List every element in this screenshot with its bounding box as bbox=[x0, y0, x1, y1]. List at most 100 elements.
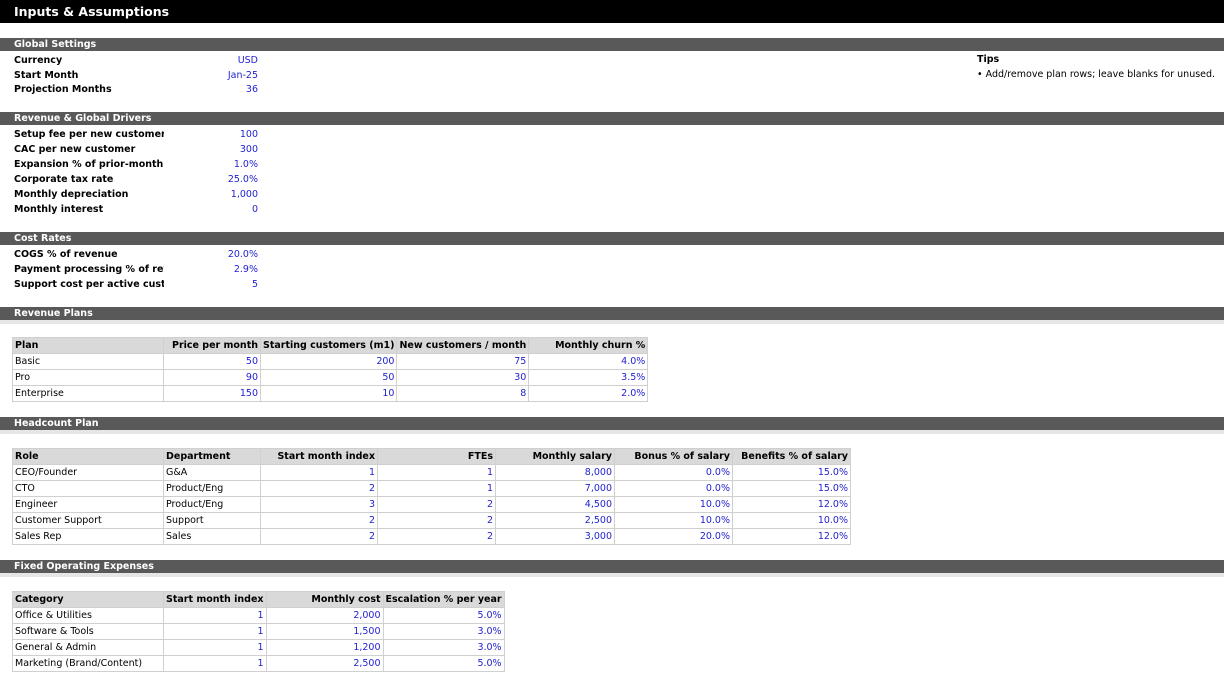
cell[interactable]: 1 bbox=[163, 623, 267, 640]
column-header[interactable]: Bonus % of salary bbox=[614, 448, 733, 465]
value-cogs[interactable]: 20.0% bbox=[160, 249, 258, 260]
cell[interactable]: Office & Utilities bbox=[12, 607, 164, 624]
column-header[interactable]: Escalation % per year bbox=[382, 591, 505, 608]
cell[interactable]: 10.0% bbox=[614, 512, 733, 529]
table-row: Enterprise 150 10 8 2.0% bbox=[12, 385, 649, 402]
cell[interactable]: 5.0% bbox=[382, 655, 505, 672]
cell[interactable]: 2 bbox=[377, 496, 496, 513]
value-projection-months[interactable]: 36 bbox=[160, 84, 258, 95]
column-header[interactable]: Price per month bbox=[163, 337, 261, 354]
value-tax-rate[interactable]: 25.0% bbox=[160, 174, 258, 185]
value-start-month[interactable]: Jan-25 bbox=[160, 70, 258, 81]
cell[interactable]: 200 bbox=[259, 353, 398, 370]
cell[interactable]: 0.0% bbox=[614, 464, 733, 481]
cell[interactable]: 2 bbox=[260, 512, 378, 529]
cell[interactable]: Marketing (Brand/Content) bbox=[12, 655, 164, 672]
column-header[interactable]: Category bbox=[12, 591, 164, 608]
cell[interactable]: General & Admin bbox=[12, 639, 164, 656]
cell[interactable]: Customer Support bbox=[12, 512, 164, 529]
cell[interactable]: 12.0% bbox=[732, 528, 851, 545]
column-header[interactable]: FTEs bbox=[377, 448, 496, 465]
cell[interactable]: 50 bbox=[163, 353, 261, 370]
cell[interactable]: 3.5% bbox=[528, 369, 649, 386]
cell[interactable]: 4.0% bbox=[528, 353, 649, 370]
cell[interactable]: 2 bbox=[377, 528, 496, 545]
cell[interactable]: 30 bbox=[396, 369, 530, 386]
table-row: Basic 50 200 75 4.0% bbox=[12, 353, 649, 370]
cell[interactable]: 1 bbox=[163, 607, 267, 624]
cell[interactable]: 3.0% bbox=[382, 639, 505, 656]
value-support-cost[interactable]: 5 bbox=[160, 279, 258, 290]
column-header[interactable]: Starting customers (m1) bbox=[259, 337, 398, 354]
cell[interactable]: Engineer bbox=[12, 496, 164, 513]
label-depreciation: Monthly depreciation bbox=[14, 189, 129, 200]
cell[interactable]: 2 bbox=[260, 480, 378, 497]
column-header[interactable]: Monthly churn % bbox=[528, 337, 649, 354]
column-header[interactable]: Monthly cost bbox=[265, 591, 384, 608]
cell[interactable]: 3 bbox=[260, 496, 378, 513]
cell[interactable]: 10.0% bbox=[614, 496, 733, 513]
cell[interactable]: 1 bbox=[163, 655, 267, 672]
label-start-month: Start Month bbox=[14, 70, 79, 81]
cell[interactable]: 2,000 bbox=[265, 607, 384, 624]
cell[interactable]: Basic bbox=[12, 353, 164, 370]
cell[interactable]: 15.0% bbox=[732, 480, 851, 497]
column-header[interactable]: Start month index bbox=[163, 591, 267, 608]
cell[interactable]: Product/Eng bbox=[163, 480, 261, 497]
cell[interactable]: 2 bbox=[377, 512, 496, 529]
cell[interactable]: 4,500 bbox=[495, 496, 615, 513]
cell[interactable]: Software & Tools bbox=[12, 623, 164, 640]
column-header[interactable]: Start month index bbox=[260, 448, 378, 465]
value-setup-fee[interactable]: 100 bbox=[160, 129, 258, 140]
cell[interactable]: 12.0% bbox=[732, 496, 851, 513]
cell[interactable]: 2 bbox=[260, 528, 378, 545]
cell[interactable]: 20.0% bbox=[614, 528, 733, 545]
column-header[interactable]: Plan bbox=[12, 337, 164, 354]
section-title: Global Settings bbox=[14, 39, 97, 50]
cell[interactable]: 3.0% bbox=[382, 623, 505, 640]
cell[interactable]: 15.0% bbox=[732, 464, 851, 481]
value-depreciation[interactable]: 1,000 bbox=[160, 189, 258, 200]
value-expansion[interactable]: 1.0% bbox=[160, 159, 258, 170]
cell[interactable]: Enterprise bbox=[12, 385, 164, 402]
cell[interactable]: 2,500 bbox=[265, 655, 384, 672]
cell[interactable]: 1,200 bbox=[265, 639, 384, 656]
table-row: Customer Support Support 2 2 2,500 10.0%… bbox=[12, 512, 851, 529]
cell[interactable]: Sales bbox=[163, 528, 261, 545]
cell[interactable]: 10.0% bbox=[732, 512, 851, 529]
cell[interactable]: 1 bbox=[163, 639, 267, 656]
column-header[interactable]: Department bbox=[163, 448, 261, 465]
cell[interactable]: 0.0% bbox=[614, 480, 733, 497]
cell[interactable]: 2,500 bbox=[495, 512, 615, 529]
cell[interactable]: 10 bbox=[259, 385, 398, 402]
cell[interactable]: 1,500 bbox=[265, 623, 384, 640]
cell[interactable]: 7,000 bbox=[495, 480, 615, 497]
cell[interactable]: 150 bbox=[163, 385, 261, 402]
cell[interactable]: 50 bbox=[259, 369, 398, 386]
value-currency[interactable]: USD bbox=[160, 55, 258, 66]
cell[interactable]: 8 bbox=[396, 385, 530, 402]
cell[interactable]: Support bbox=[163, 512, 261, 529]
cell[interactable]: CTO bbox=[12, 480, 164, 497]
column-header[interactable]: Role bbox=[12, 448, 164, 465]
column-header[interactable]: Benefits % of salary bbox=[732, 448, 851, 465]
cell[interactable]: 1 bbox=[377, 480, 496, 497]
value-cac[interactable]: 300 bbox=[160, 144, 258, 155]
cell[interactable]: 3,000 bbox=[495, 528, 615, 545]
value-payment-processing[interactable]: 2.9% bbox=[160, 264, 258, 275]
column-header[interactable]: New customers / month bbox=[396, 337, 530, 354]
cell[interactable]: 2.0% bbox=[528, 385, 649, 402]
cell[interactable]: 1 bbox=[377, 464, 496, 481]
cell[interactable]: G&A bbox=[163, 464, 261, 481]
cell[interactable]: 1 bbox=[260, 464, 378, 481]
value-interest[interactable]: 0 bbox=[160, 204, 258, 215]
cell[interactable]: 90 bbox=[163, 369, 261, 386]
cell[interactable]: Pro bbox=[12, 369, 164, 386]
cell[interactable]: 5.0% bbox=[382, 607, 505, 624]
column-header[interactable]: Monthly salary bbox=[495, 448, 615, 465]
cell[interactable]: Sales Rep bbox=[12, 528, 164, 545]
cell[interactable]: 8,000 bbox=[495, 464, 615, 481]
cell[interactable]: 75 bbox=[396, 353, 530, 370]
cell[interactable]: Product/Eng bbox=[163, 496, 261, 513]
cell[interactable]: CEO/Founder bbox=[12, 464, 164, 481]
